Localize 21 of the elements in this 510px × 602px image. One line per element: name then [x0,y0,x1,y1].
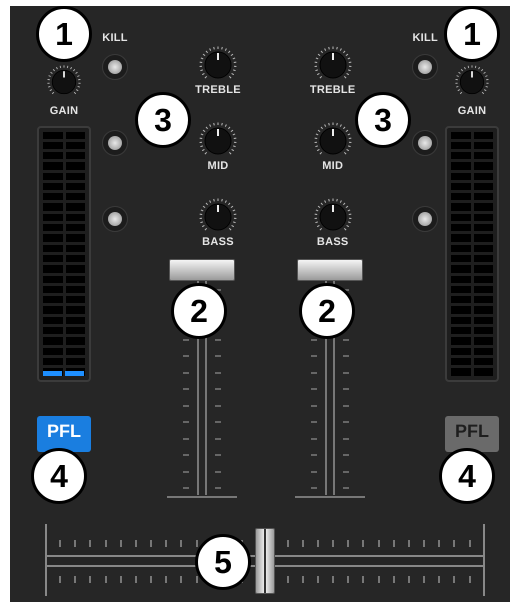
number-badge: 2 [299,283,355,339]
kill-label: KILL [412,30,438,46]
number-badge: 4 [439,448,495,504]
knob-label: TREBLE [195,85,241,96]
knob-label: TREBLE [310,85,356,96]
pfl-button[interactable]: PFL [445,416,499,452]
knob-label: BASS [316,237,349,248]
knob-label: BASS [202,237,234,248]
gain-label: GAIN [458,104,486,119]
kill-label: KILL [102,30,128,46]
gain-label: GAIN [50,104,78,119]
pfl-button[interactable]: PFL [37,416,91,452]
number-badge: 1 [444,6,500,62]
number-badge: 1 [36,6,92,62]
knob-label: MID [322,161,344,172]
knob-label: MID [208,161,228,172]
number-badge: 2 [171,283,227,339]
number-badge: 3 [135,92,191,148]
number-badge: 5 [195,534,251,590]
number-badge: 3 [355,92,411,148]
number-badge: 4 [31,448,87,504]
